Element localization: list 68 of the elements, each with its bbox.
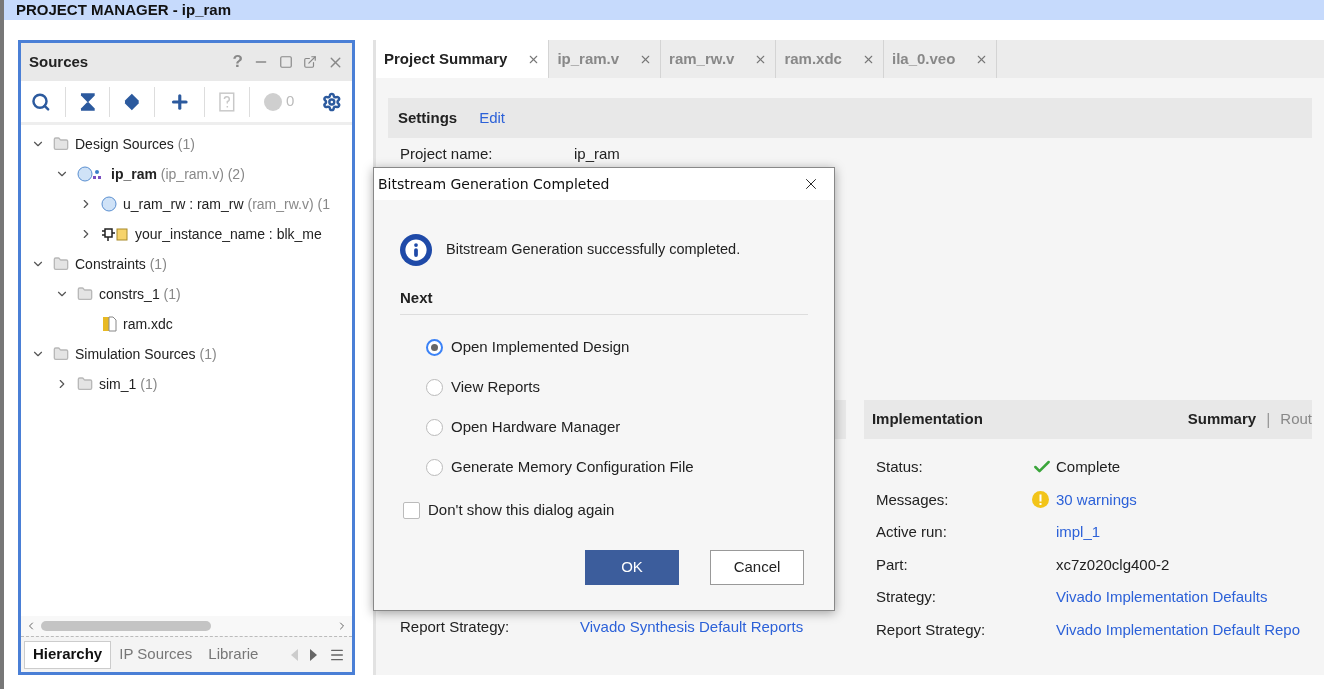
field-label: Status:	[875, 457, 924, 477]
scrollbar-thumb[interactable]	[41, 621, 211, 631]
tree-item[interactable]: Simulation Sources (1)	[75, 343, 217, 365]
help-doc-icon	[219, 91, 236, 112]
folder-icon	[53, 136, 69, 152]
field-label: Report Strategy:	[400, 617, 511, 637]
warning-icon	[1031, 491, 1049, 509]
radio-option[interactable]: Open Hardware Manager	[426, 407, 834, 447]
separator: |	[1266, 409, 1271, 430]
tree-item[interactable]: constrs_1 (1)	[99, 283, 181, 305]
view-link[interactable]: Summary	[1187, 408, 1257, 431]
count-label: 0	[286, 91, 295, 112]
search-icon[interactable]	[31, 91, 51, 112]
module-icon	[101, 196, 117, 212]
radio-button[interactable]	[426, 418, 443, 436]
folder-icon	[77, 286, 93, 302]
field-value: Complete	[1055, 457, 1121, 477]
panel-tab[interactable]: Hierarchy	[24, 640, 112, 669]
radio-option[interactable]: Open Implemented Design	[426, 327, 834, 367]
checkbox-option[interactable]: Don't show this dialog again	[403, 499, 834, 522]
settings-icon[interactable]	[322, 91, 342, 112]
field-link[interactable]: Vivado Synthesis Default Reports	[580, 616, 804, 639]
tree-item[interactable]: sim_1 (1)	[99, 373, 158, 395]
field-value: ip_ram	[574, 143, 620, 164]
editor-tab[interactable]: Project Summary	[376, 40, 550, 78]
radio-button[interactable]	[426, 458, 443, 476]
field-link[interactable]: Vivado Implementation Default Repo	[1055, 618, 1300, 641]
section-title: Next	[400, 289, 433, 306]
field-link[interactable]: Vivado Implementation Defaults	[1055, 586, 1268, 609]
window-title: PROJECT MANAGER - ip_ram	[16, 0, 232, 20]
dialog-title: Bitstream Generation Completed	[378, 174, 611, 194]
float-icon[interactable]	[303, 55, 317, 69]
field-link[interactable]: 30 warnings	[1055, 488, 1137, 511]
section-title: Settings	[398, 107, 458, 128]
folder-icon	[53, 346, 69, 362]
tree-item[interactable]: u_ram_rw : ram_rw (ram_rw.v) (1	[123, 193, 330, 215]
field-label: Project name:	[400, 143, 494, 164]
radio-button[interactable]	[426, 338, 443, 356]
ok-button[interactable]: OK	[585, 549, 679, 585]
section-title: Implementation	[871, 409, 984, 430]
tree-item[interactable]: your_instance_name : blk_me	[135, 223, 322, 245]
field-label: Strategy:	[875, 587, 937, 607]
field-label: Report Strategy:	[875, 619, 987, 640]
field-label: Messages:	[875, 489, 950, 510]
field-value: xc7z020clg400-2	[1055, 554, 1170, 575]
cancel-button[interactable]: Cancel	[710, 549, 804, 585]
tree-item[interactable]: Constraints (1)	[75, 253, 167, 275]
constraints-file-icon	[101, 316, 117, 332]
ip-core-icon	[101, 226, 129, 242]
edit-link[interactable]: Edit	[479, 106, 506, 130]
folder-icon	[77, 376, 93, 392]
field-label: Part:	[875, 554, 909, 575]
field-link[interactable]: impl_1	[1055, 521, 1101, 544]
field-label: Active run:	[875, 522, 948, 542]
panel-title: Sources	[29, 51, 90, 72]
info-icon	[400, 234, 432, 266]
tab-scroll-right-icon[interactable]	[310, 648, 317, 661]
folder-icon	[53, 256, 69, 272]
panel-tab[interactable]: Librarie	[200, 640, 267, 669]
panel-tab[interactable]: IP Sources	[111, 640, 201, 669]
radio-option[interactable]: Generate Memory Configuration File	[426, 447, 834, 487]
radio-button[interactable]	[426, 378, 443, 396]
checkbox[interactable]	[403, 501, 420, 519]
tree-item[interactable]: ram.xdc	[123, 313, 173, 335]
tree-item[interactable]: ip_ram (ip_ram.v) (2)	[111, 163, 245, 185]
dialog-message: Bitstream Generation successfully completed.	[446, 240, 741, 260]
radio-option[interactable]: View Reports	[426, 367, 834, 407]
tree-item[interactable]: Design Sources (1)	[75, 133, 195, 155]
